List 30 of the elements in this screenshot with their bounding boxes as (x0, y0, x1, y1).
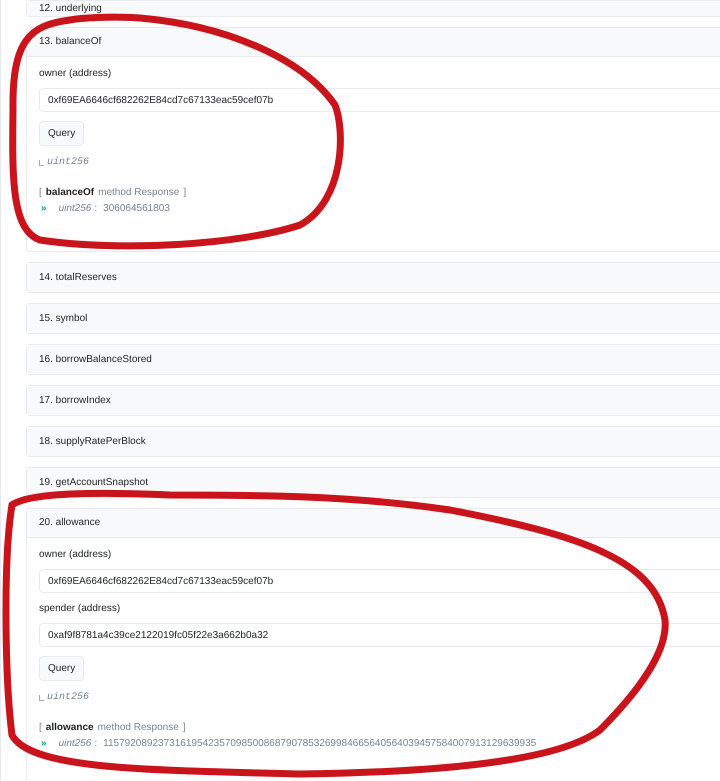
response-bracket: ] (183, 186, 186, 200)
result-value: 306064561803 (103, 202, 170, 216)
input-label: owner (address) (39, 548, 112, 562)
address-field[interactable]: 0xf69EA6646cf682262E84cd7c67133eac59cef07b (39, 569, 720, 593)
result-value: 115792089237316195423570985008687907853269984665640564039457584007913129639935 (103, 737, 536, 751)
result-colon: : (94, 737, 98, 751)
method-header[interactable]: 20. allowance (27, 509, 720, 538)
response-method: allowance (46, 721, 94, 735)
query-button[interactable]: Query (39, 121, 84, 146)
response-title: method Response (98, 186, 180, 200)
response-bracket: ] (182, 721, 186, 735)
branch-icon (39, 160, 44, 166)
response-title: method Response (98, 721, 179, 735)
query-button[interactable]: Query (39, 656, 84, 681)
response-method: balanceOf (46, 186, 94, 200)
input-label: owner (address) (39, 67, 112, 81)
output-type: uint256 (47, 156, 90, 170)
input-label: spender (address) (39, 602, 122, 616)
output-type: uint256 (47, 691, 90, 705)
branch-icon (39, 695, 44, 701)
address-field[interactable]: 0xaf9f8781a4c39ce2122019fc05f22e3a662b0a32 (39, 623, 720, 647)
result-arrow: » (41, 737, 47, 751)
response-bracket: [ (39, 721, 42, 735)
response-bracket: [ (39, 186, 42, 200)
result-type: uint256 (58, 737, 92, 751)
method-header[interactable]: 13. balanceOf (27, 28, 720, 57)
result-colon: : (94, 202, 98, 216)
result-arrow: » (41, 202, 47, 216)
address-field[interactable]: 0xf69EA6646cf682262E84cd7c67133eac59cef07b (39, 88, 720, 112)
result-type: uint256 (58, 202, 92, 216)
